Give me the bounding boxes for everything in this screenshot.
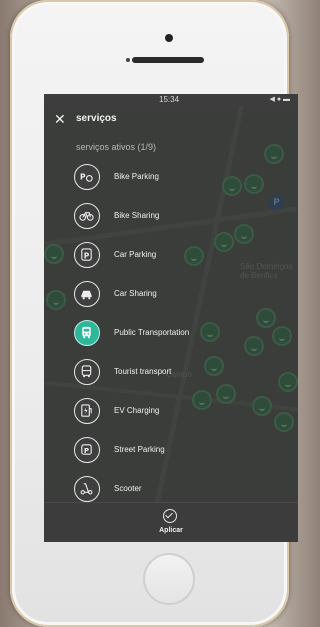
service-item-tourist-transport[interactable]: Tourist transport: [74, 359, 244, 391]
service-item-car-parking[interactable]: P Car Parking: [74, 242, 244, 274]
status-bar: 15:34 ◀ ● ▬: [44, 94, 298, 106]
street-parking-icon: P: [74, 437, 100, 463]
service-item-ev-charging[interactable]: EV Charging: [74, 398, 244, 430]
service-item-street-parking[interactable]: P Street Parking: [74, 437, 244, 469]
service-label: Car Sharing: [114, 289, 157, 298]
check-circle-icon: [163, 509, 177, 523]
service-label: Bike Parking: [114, 172, 159, 181]
status-icons: ◀ ● ▬: [269, 96, 290, 103]
close-icon[interactable]: ✕: [54, 112, 66, 126]
scooter-icon: [74, 476, 100, 502]
svg-text:P: P: [84, 251, 90, 260]
car-parking-icon: P: [74, 242, 100, 268]
car-icon: [74, 281, 100, 307]
service-label: Tourist transport: [114, 367, 172, 376]
service-label: Public Transportation: [114, 328, 190, 337]
earpiece-speaker: [132, 57, 204, 63]
bike-icon: [74, 203, 100, 229]
service-item-bike-parking[interactable]: P Bike Parking: [74, 164, 244, 196]
ev-charging-icon: [74, 398, 100, 424]
svg-text:P: P: [84, 446, 89, 455]
bus-icon: [74, 320, 100, 346]
service-item-bike-sharing[interactable]: Bike Sharing: [74, 203, 244, 235]
service-item-public-transportation[interactable]: Public Transportation: [74, 320, 244, 352]
home-button[interactable]: [143, 553, 195, 605]
service-label: Car Parking: [114, 250, 157, 259]
tourist-bus-icon: [74, 359, 100, 385]
phone-frame: P São Domingosde Benfica Campo 15:34: [10, 0, 298, 627]
service-label: Scooter: [114, 484, 142, 493]
apply-bar[interactable]: Aplicar: [44, 502, 298, 542]
panel-title: serviços: [76, 113, 117, 124]
bike-parking-icon: P: [74, 164, 100, 190]
panel-header: ✕ serviços: [44, 108, 244, 132]
service-label: Bike Sharing: [114, 211, 160, 220]
status-time: 15:34: [159, 95, 180, 104]
service-label: EV Charging: [114, 406, 160, 415]
screen: P São Domingosde Benfica Campo 15:34: [44, 94, 298, 542]
services-panel: ✕ serviços serviços ativos (1/9) P Bike …: [44, 106, 244, 502]
svg-text:P: P: [80, 172, 86, 181]
apply-button-label: Aplicar: [159, 527, 183, 534]
service-item-car-sharing[interactable]: Car Sharing: [74, 281, 244, 313]
front-camera: [165, 34, 173, 42]
sensor-dot: [126, 58, 130, 62]
service-label: Street Parking: [114, 445, 165, 454]
active-services-count: serviços ativos (1/9): [76, 142, 157, 152]
